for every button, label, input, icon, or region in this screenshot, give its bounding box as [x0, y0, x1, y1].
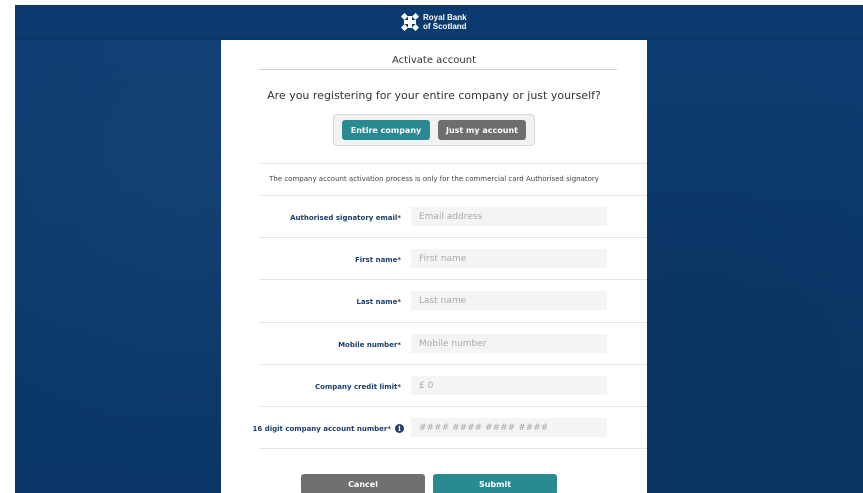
submit-button[interactable]: Submit: [433, 474, 557, 493]
brand-logo[interactable]: Royal Bank of Scotland: [401, 12, 467, 32]
email-label: Authorised signatory email*: [290, 214, 401, 222]
divider: [259, 163, 647, 164]
activate-account-panel: Activate account Are you registering for…: [221, 40, 647, 493]
info-icon[interactable]: i: [395, 424, 404, 433]
first-name-label: First name*: [355, 256, 401, 264]
brand-line-2: of Scotland: [423, 22, 467, 31]
divider: [259, 364, 647, 365]
divider: [259, 406, 647, 407]
divider: [259, 195, 647, 196]
divider: [259, 237, 647, 238]
page-background: Royal Bank of Scotland Activate account …: [15, 5, 863, 493]
last-name-field[interactable]: [411, 291, 607, 310]
rbs-daisy-wheel-icon: [401, 13, 419, 31]
credit-limit-field[interactable]: [411, 376, 607, 395]
first-name-field[interactable]: [411, 249, 607, 268]
mobile-number-field[interactable]: [411, 334, 607, 353]
brand-line-1: Royal Bank: [423, 13, 467, 22]
account-number-label: 16 digit company account number*: [252, 425, 391, 433]
top-bar: Royal Bank of Scotland: [15, 5, 863, 40]
registration-question: Are you registering for your entire comp…: [267, 89, 601, 102]
divider: [259, 448, 647, 449]
account-type-toggle: Entire company Just my account: [333, 114, 535, 146]
cancel-button[interactable]: Cancel: [301, 474, 425, 493]
title-divider: [259, 69, 617, 70]
page-title: Activate account: [392, 55, 476, 66]
brand-name: Royal Bank of Scotland: [423, 13, 467, 31]
email-field[interactable]: [411, 207, 607, 226]
just-my-account-button[interactable]: Just my account: [438, 120, 526, 140]
last-name-label: Last name*: [356, 298, 401, 306]
credit-limit-label: Company credit limit*: [315, 383, 401, 391]
account-number-field[interactable]: [411, 418, 607, 437]
entire-company-button[interactable]: Entire company: [342, 120, 430, 140]
divider: [259, 279, 647, 280]
activation-notice: The company account activation process i…: [269, 175, 599, 183]
mobile-number-label: Mobile number*: [338, 341, 401, 349]
divider: [259, 322, 647, 323]
